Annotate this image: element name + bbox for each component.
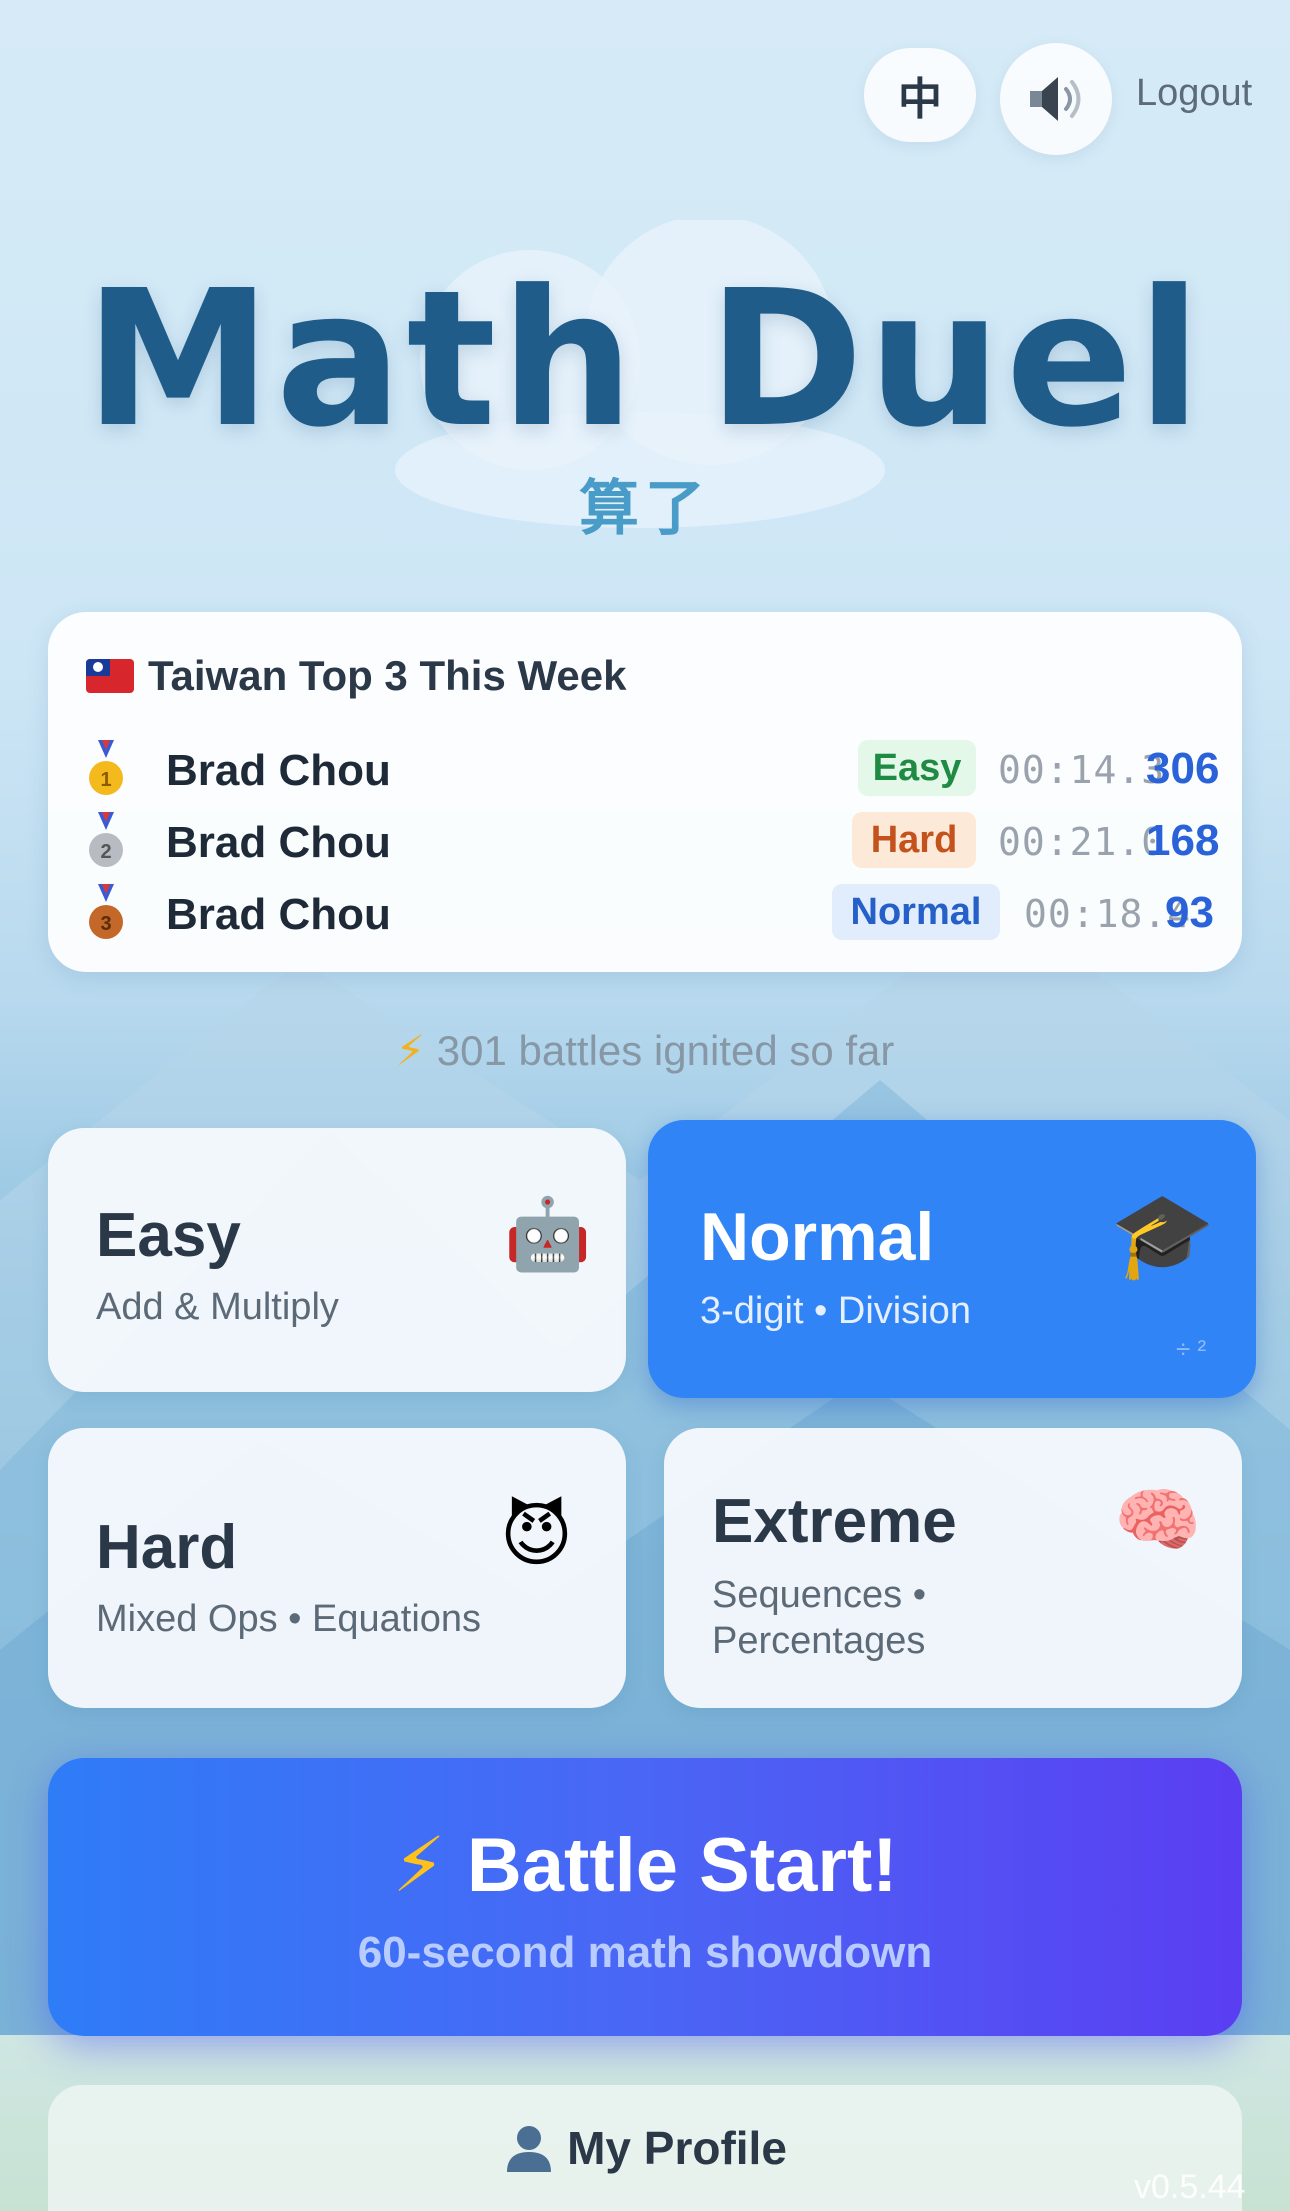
devil-face-icon: 😈 — [500, 1496, 573, 1574]
app-title: Math Duel — [84, 250, 1206, 469]
mode-card-extreme[interactable]: Extreme Sequences • Percentages 🧠 — [664, 1428, 1242, 1708]
difficulty-badge: Normal — [832, 884, 1000, 940]
svg-text:2: 2 — [100, 841, 111, 863]
leaderboard-row: 3 Brad Chou Normal 00:18.4 93 — [86, 880, 1216, 944]
mode-description: 3-digit • Division — [700, 1290, 971, 1332]
mode-title: Extreme — [712, 1487, 957, 1556]
mode-card-easy[interactable]: Easy Add & Multiply 🤖 — [48, 1128, 626, 1392]
mode-description-line2: Percentages — [712, 1620, 926, 1662]
difficulty-badge: Easy — [858, 740, 976, 796]
language-toggle-button[interactable]: 中 — [864, 48, 976, 142]
score: 306 — [1146, 744, 1220, 793]
app-subtitle: 算了 — [579, 475, 711, 542]
finish-time: 00:21.0 — [998, 820, 1166, 864]
taiwan-flag-icon — [86, 659, 134, 693]
battle-start-text: Battle Start! — [466, 1823, 898, 1908]
battle-start-subtitle: 60-second math showdown — [357, 1928, 933, 1977]
battle-start-button[interactable]: ⚡ Battle Start! 60-second math showdown — [48, 1758, 1242, 2036]
mode-description-line1: Sequences • — [712, 1574, 927, 1616]
mode-card-hard[interactable]: Hard Mixed Ops • Equations 😈 — [48, 1428, 626, 1708]
user-icon — [507, 2126, 552, 2172]
bronze-medal-icon: 3 — [89, 884, 123, 939]
my-profile-button[interactable]: My Profile — [48, 2085, 1242, 2211]
graduation-cap-icon: 🎓 — [1110, 1188, 1215, 1282]
sound-toggle-button[interactable] — [1000, 43, 1112, 155]
gold-medal-icon: 1 — [89, 740, 123, 795]
player-name: Brad Chou — [166, 890, 391, 939]
lightning-icon: ⚡ — [395, 1027, 426, 1074]
score: 168 — [1146, 816, 1220, 865]
mode-description: Mixed Ops • Equations — [96, 1598, 482, 1640]
mode-card-normal[interactable]: Normal 3-digit • Division 🎓 ÷ ² — [648, 1120, 1256, 1398]
leaderboard-header: Taiwan Top 3 This Week — [86, 652, 626, 700]
finish-time: 00:14.3 — [998, 748, 1166, 792]
player-name: Brad Chou — [166, 818, 391, 867]
leaderboard-row: 1 Brad Chou Easy 00:14.3 306 — [86, 736, 1220, 800]
silver-medal-icon: 2 — [89, 812, 123, 867]
mode-description: Add & Multiply — [96, 1286, 339, 1328]
battle-counter: ⚡ 301 battles ignited so far — [0, 1026, 1290, 1075]
logout-link[interactable]: Logout — [1136, 72, 1252, 115]
speaker-icon — [1030, 77, 1081, 121]
math-symbol-decoration: ÷ ² — [1176, 1334, 1207, 1364]
weekly-leaderboard: Taiwan Top 3 This Week 1 Brad Chou Easy … — [48, 612, 1242, 972]
mode-title: Easy — [96, 1201, 241, 1270]
battle-counter-text: 301 battles ignited so far — [436, 1027, 895, 1074]
leaderboard-title: Taiwan Top 3 This Week — [148, 652, 627, 699]
lightning-icon: ⚡ — [392, 1823, 446, 1908]
mode-title: Hard — [96, 1513, 238, 1582]
difficulty-badge: Hard — [852, 812, 976, 868]
battle-start-label: ⚡ Battle Start! — [48, 1820, 1242, 1909]
brain-icon: 🧠 — [1114, 1481, 1202, 1559]
mode-title: Normal — [700, 1199, 935, 1275]
svg-text:1: 1 — [100, 769, 111, 791]
robot-icon: 🤖 — [504, 1195, 592, 1273]
my-profile-label: My Profile — [567, 2122, 787, 2174]
version-label: v0.5.44 — [1134, 2168, 1246, 2206]
player-name: Brad Chou — [166, 746, 391, 795]
leaderboard-row: 2 Brad Chou Hard 00:21.0 168 — [86, 808, 1220, 872]
score: 93 — [1165, 888, 1214, 937]
svg-text:3: 3 — [100, 913, 111, 935]
